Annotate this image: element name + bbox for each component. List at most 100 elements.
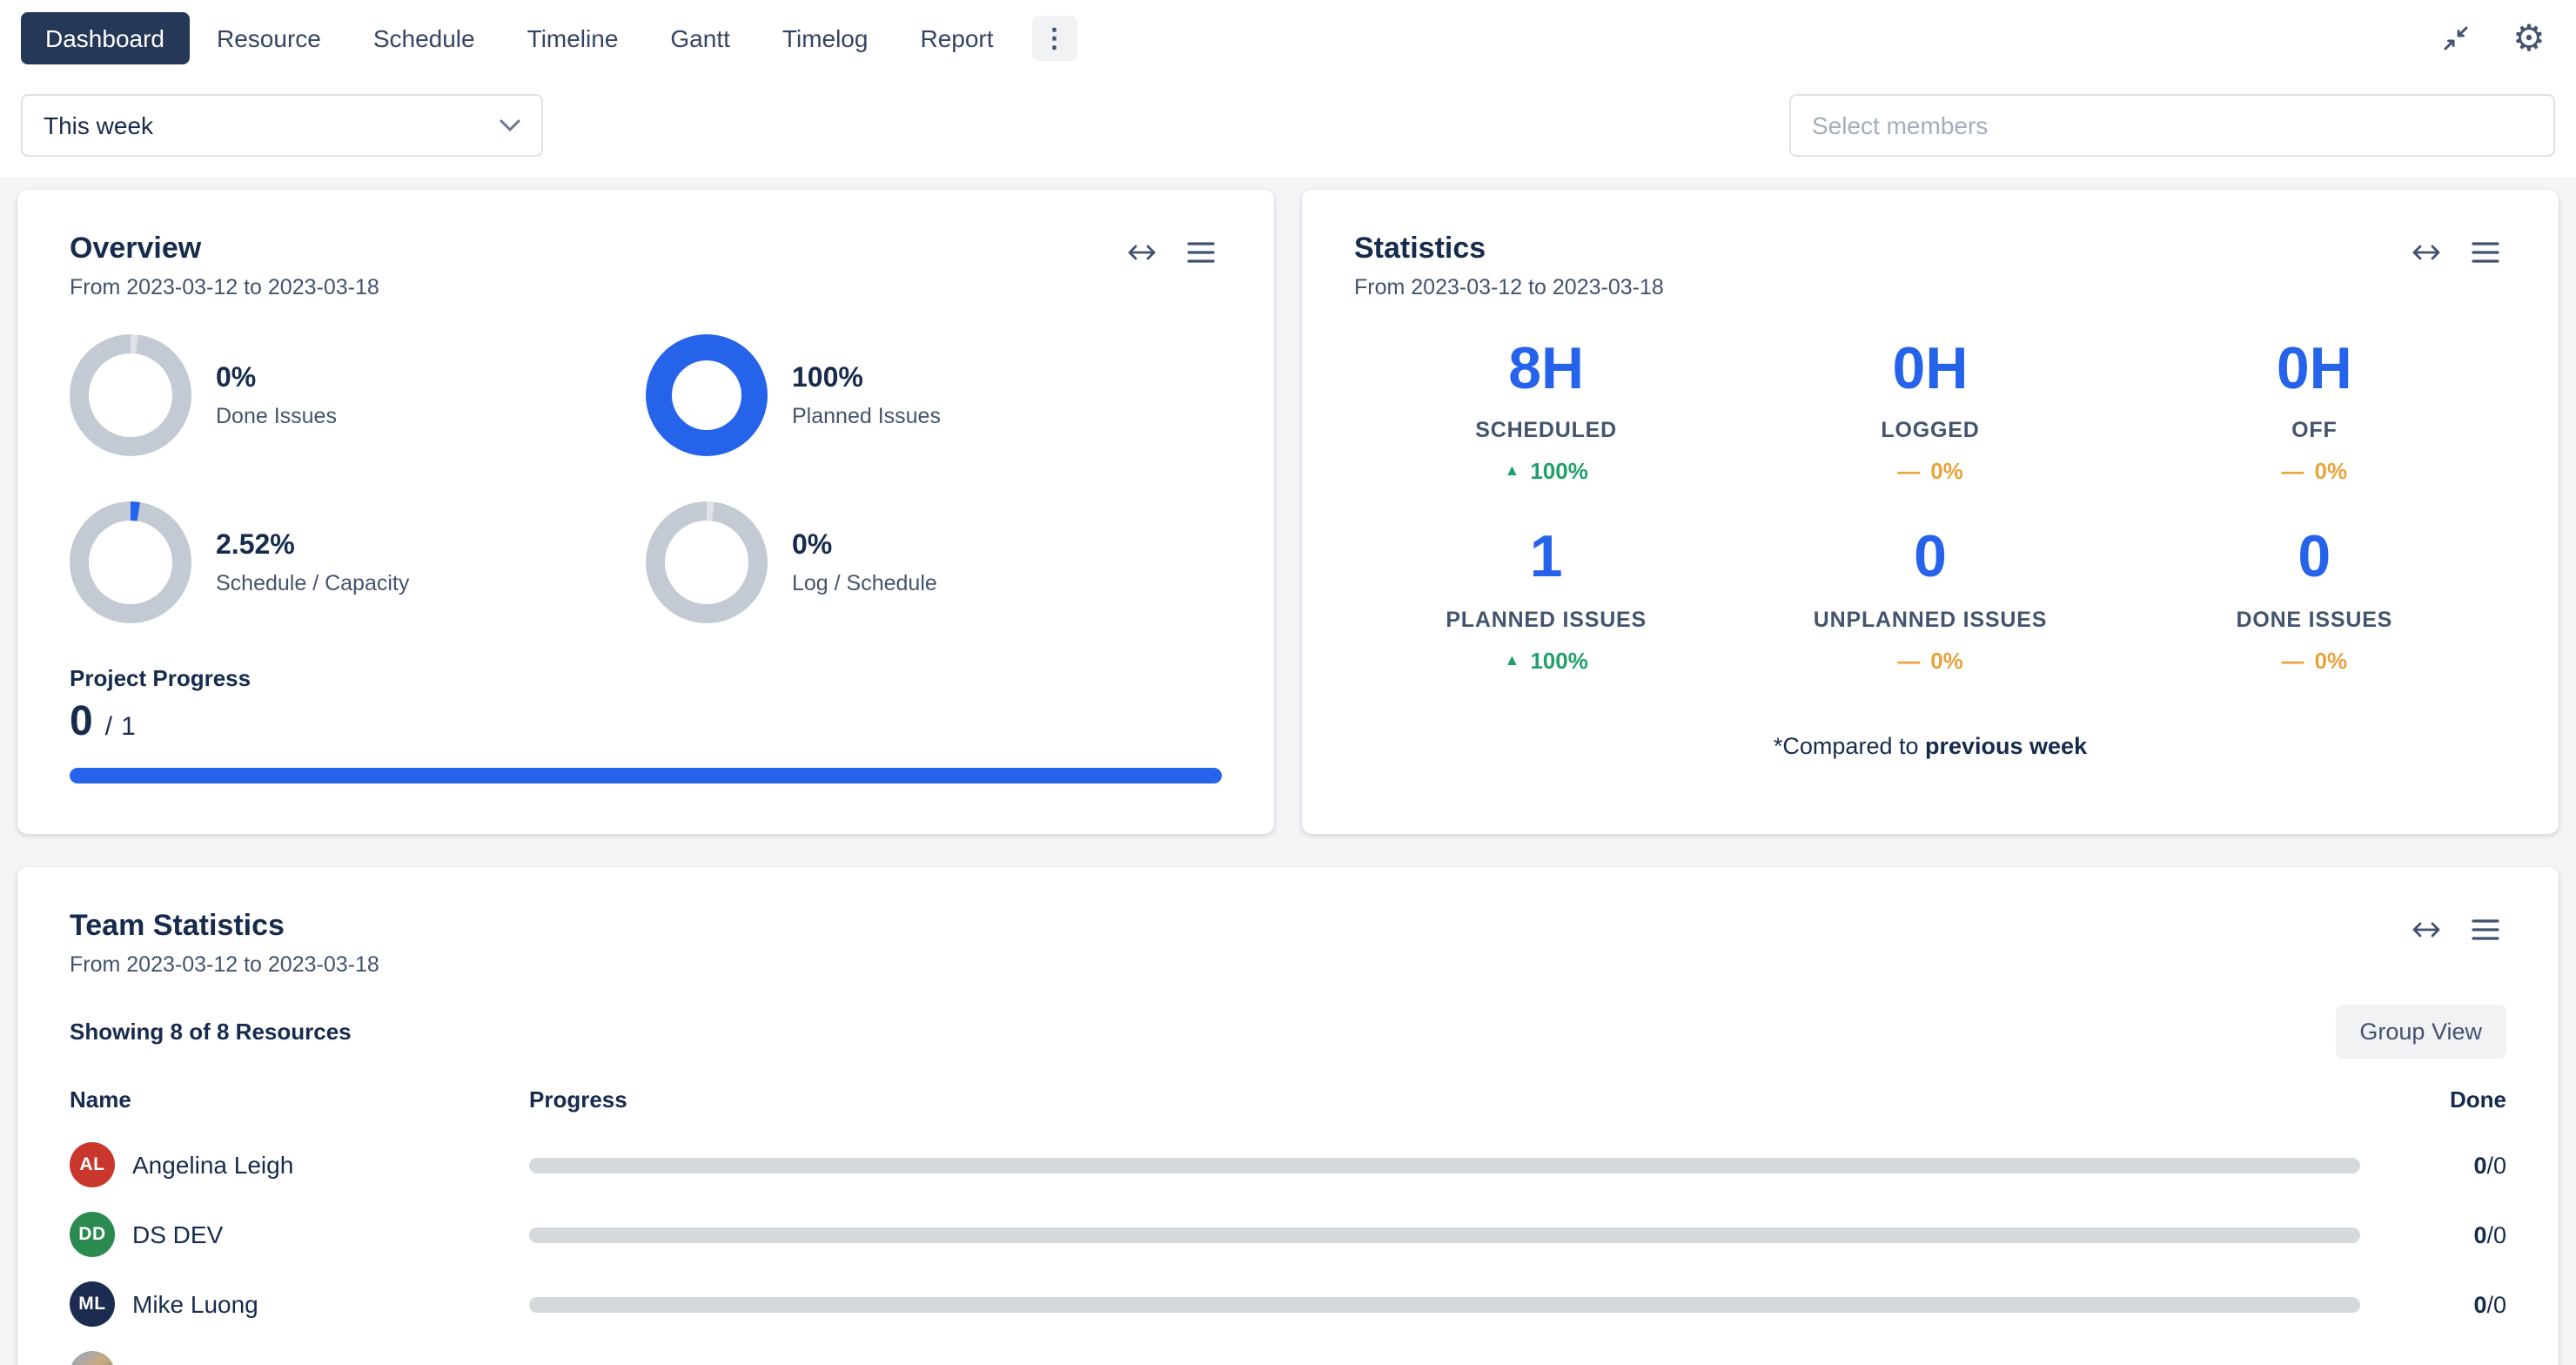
expand-card-button[interactable]	[2405, 232, 2447, 273]
hamburger-menu-icon	[2472, 240, 2499, 265]
donut-stat-log-schedule: 0% Log / Schedule	[646, 501, 1222, 623]
member-name: Shin Nagasada	[132, 1360, 299, 1365]
member-done-count: 0/0	[2385, 1152, 2506, 1178]
member-name: Angelina Leigh	[132, 1151, 293, 1179]
top-nav: Dashboard Resource Schedule Timeline Gan…	[0, 0, 2576, 77]
stat-value: 8H	[1354, 338, 1738, 403]
table-row[interactable]: AL Angelina Leigh 0/0	[70, 1130, 2506, 1200]
team-date-range: From 2023-03-12 to 2023-03-18	[70, 952, 379, 977]
team-table-header: Name Progress Done	[70, 1086, 2506, 1130]
member-done-count: 0/0	[2385, 1361, 2506, 1365]
trend-flat-icon: —	[1897, 648, 1920, 674]
expand-card-button[interactable]	[2405, 909, 2447, 951]
table-row[interactable]: ML Mike Luong 0/0	[70, 1269, 2506, 1339]
expand-horizontal-icon	[1128, 242, 1156, 263]
stat-delta: ▲100%	[1354, 648, 1738, 674]
donut-chart-done-issues	[70, 334, 191, 456]
expand-horizontal-icon	[2412, 242, 2440, 263]
stat-value: 1	[1354, 527, 1738, 592]
stat-label: OFF	[2123, 419, 2506, 443]
nav-tabs: Dashboard Resource Schedule Timeline Gan…	[21, 12, 1077, 64]
team-statistics-title: Team Statistics	[70, 909, 379, 944]
app-window: Dashboard Resource Schedule Timeline Gan…	[0, 0, 2576, 1365]
donut-chart-log-schedule	[646, 501, 768, 623]
donut-stat-schedule-capacity: 2.52% Schedule / Capacity	[70, 501, 646, 623]
settings-button[interactable]: ⚙	[2503, 12, 2555, 64]
team-statistics-card: Team Statistics From 2023-03-12 to 2023-…	[17, 867, 2559, 1365]
avatar-initials: ML	[78, 1294, 106, 1315]
stat-delta: —0%	[2123, 459, 2506, 485]
tab-gantt[interactable]: Gantt	[646, 12, 755, 64]
overview-date-range: From 2023-03-12 to 2023-03-18	[70, 275, 379, 299]
progress-total-count: 1	[121, 712, 136, 742]
card-menu-button[interactable]	[2465, 909, 2506, 951]
overview-donut-grid: 0% Done Issues 100% Planned Issues	[70, 334, 1222, 623]
avatar: AL	[70, 1142, 115, 1187]
donut-chart-schedule-capacity	[70, 501, 191, 623]
stat-label: UNPLANNED ISSUES	[1738, 608, 2122, 632]
column-header-name: Name	[70, 1086, 505, 1113]
member-name: Mike Luong	[132, 1290, 258, 1318]
stat-off: 0H OFF —0%	[2123, 338, 2506, 485]
member-progress-bar	[529, 1157, 2360, 1173]
statistics-grid: 8H SCHEDULED ▲100% 0H LOGGED —0% 0H OFF …	[1354, 338, 2506, 674]
expand-horizontal-icon	[2412, 919, 2440, 940]
trend-flat-icon: —	[1897, 459, 1920, 485]
hamburger-menu-icon	[1187, 240, 1215, 265]
tab-timeline[interactable]: Timeline	[503, 12, 643, 64]
member-progress-bar	[529, 1227, 2360, 1242]
tab-schedule[interactable]: Schedule	[349, 12, 500, 64]
member-done-count: 0/0	[2385, 1221, 2506, 1247]
collapse-button[interactable]	[2430, 12, 2482, 64]
stat-planned-issues: 1 PLANNED ISSUES ▲100%	[1354, 527, 1738, 674]
donut-value: 2.52%	[216, 530, 409, 561]
tab-resource[interactable]: Resource	[192, 12, 345, 64]
table-row[interactable]: DD DS DEV 0/0	[70, 1200, 2506, 1269]
showing-resources-label: Showing 8 of 8 Resources	[70, 1019, 352, 1045]
statistics-card: Statistics From 2023-03-12 to 2023-03-18	[1302, 190, 2559, 834]
trend-flat-icon: —	[2282, 459, 2304, 485]
stat-delta: ▲100%	[1354, 459, 1738, 485]
filter-bar: This week	[0, 77, 2576, 178]
card-menu-button[interactable]	[2465, 232, 2506, 273]
more-tabs-button[interactable]: ⋮	[1032, 16, 1077, 61]
top-nav-actions: ⚙	[2430, 12, 2555, 64]
progress-separator: /	[105, 712, 112, 742]
expand-card-button[interactable]	[1121, 232, 1163, 273]
stat-scheduled: 8H SCHEDULED ▲100%	[1354, 338, 1738, 485]
overview-card: Overview From 2023-03-12 to 2023-03-18	[17, 190, 1274, 834]
hamburger-menu-icon	[2472, 918, 2499, 942]
project-progress-bar	[70, 768, 1222, 783]
trend-flat-icon: —	[2282, 648, 2304, 674]
stat-value: 0	[2123, 527, 2506, 592]
donut-chart-planned-issues	[646, 334, 768, 456]
group-view-button[interactable]: Group View	[2335, 1005, 2506, 1059]
gear-icon: ⚙	[2512, 20, 2546, 57]
donut-label: Done Issues	[216, 403, 337, 427]
donut-label: Schedule / Capacity	[216, 570, 409, 595]
stat-label: PLANNED ISSUES	[1354, 608, 1738, 632]
avatar-initials: AL	[79, 1154, 104, 1175]
stat-value: 0H	[2123, 338, 2506, 403]
project-progress-count: 0 / 1	[70, 698, 1222, 747]
donut-value: 0%	[216, 363, 337, 394]
stat-done-issues: 0 DONE ISSUES —0%	[2123, 527, 2506, 674]
period-select[interactable]: This week	[21, 94, 543, 157]
column-header-done: Done	[2385, 1086, 2506, 1113]
card-menu-button[interactable]	[1180, 232, 1222, 273]
stat-logged: 0H LOGGED —0%	[1738, 338, 2122, 485]
donut-stat-done-issues: 0% Done Issues	[70, 334, 646, 456]
member-done-count: 0/0	[2385, 1291, 2506, 1317]
stat-value: 0	[1738, 527, 2122, 592]
stat-value: 0H	[1738, 338, 2122, 403]
progress-done-count: 0	[70, 698, 93, 747]
tab-report[interactable]: Report	[896, 12, 1017, 64]
donut-label: Planned Issues	[792, 403, 941, 427]
tab-timelog[interactable]: Timelog	[758, 12, 893, 64]
tab-dashboard[interactable]: Dashboard	[21, 12, 189, 64]
trend-up-icon: ▲	[1504, 653, 1519, 669]
stat-delta: —0%	[1738, 459, 2122, 485]
select-members-input[interactable]	[1789, 94, 2555, 157]
table-row[interactable]: Shin Nagasada 0/0	[70, 1339, 2506, 1365]
stat-delta: —0%	[1738, 648, 2122, 674]
